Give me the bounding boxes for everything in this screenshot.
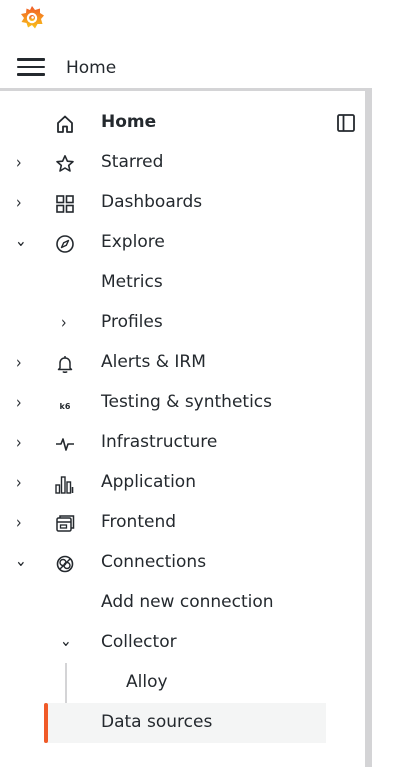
browser-window-icon [56, 515, 75, 532]
nav-item-infrastructure[interactable]: › Infrastructure [0, 423, 360, 463]
bell-icon [57, 356, 73, 373]
apps-grid-icon [56, 195, 74, 213]
star-icon [56, 155, 74, 172]
nav-item-profiles[interactable]: › Profiles [0, 303, 360, 343]
nav-item-metrics[interactable]: Metrics [0, 263, 360, 303]
nav-item-label: Application [101, 472, 196, 492]
nav-item-label: Infrastructure [101, 432, 218, 452]
nav-item-starred[interactable]: › Starred [0, 143, 360, 183]
nav-item-explore[interactable]: ⌄ Explore [0, 223, 360, 263]
k6-icon: k6 [59, 402, 71, 411]
chevron-right-icon[interactable]: › [16, 475, 28, 492]
chevron-down-icon[interactable]: ⌄ [60, 633, 72, 650]
heartbeat-icon [56, 438, 74, 451]
nav-item-alloy[interactable]: Alloy [0, 663, 360, 703]
nav-item-label: Testing & synthetics [101, 392, 273, 412]
compass-icon [56, 235, 74, 253]
breadcrumb[interactable]: Home [66, 58, 116, 78]
top-bar: Home [0, 0, 395, 88]
nav-item-label: Data sources [101, 712, 213, 732]
chevron-right-icon[interactable]: › [16, 395, 28, 412]
bar-chart-icon [55, 476, 74, 494]
nav-item-label: Connections [101, 552, 207, 572]
home-icon [57, 115, 73, 133]
chevron-right-icon[interactable]: › [16, 435, 28, 452]
chevron-right-icon[interactable]: › [16, 515, 28, 532]
chevron-right-icon[interactable]: › [16, 355, 28, 372]
grafana-logo[interactable] [18, 4, 46, 32]
nav-item-connections[interactable]: ⌄ Connections [0, 543, 360, 583]
connections-icon [56, 555, 74, 573]
nav-item-application[interactable]: › Application [0, 463, 360, 503]
nav-item-dashboards[interactable]: › Dashboards [0, 183, 360, 223]
nav-item-collector[interactable]: ⌄ Collector [0, 623, 360, 663]
nav-item-label: Add new connection [101, 592, 274, 612]
chevron-down-icon[interactable]: ⌄ [15, 233, 27, 250]
nav-item-frontend[interactable]: › Frontend [0, 503, 360, 543]
hamburger-icon [17, 58, 45, 61]
nav-item-label: Alerts & IRM [101, 352, 206, 372]
menu-toggle-button[interactable] [17, 58, 45, 78]
nav-item-label: Metrics [101, 272, 163, 292]
nav-item-label: Explore [101, 232, 165, 252]
nav-item-alerts[interactable]: › Alerts & IRM [0, 343, 360, 383]
chevron-right-icon[interactable]: › [16, 155, 28, 172]
nav-item-label: Profiles [101, 312, 163, 332]
nav-item-home[interactable]: Home [0, 103, 360, 143]
nav-item-label: Home [101, 112, 157, 132]
nav-item-label: Alloy [126, 672, 168, 692]
nav-item-add-new-connection[interactable]: Add new connection [0, 583, 360, 623]
chevron-right-icon[interactable]: › [61, 315, 73, 332]
nav-item-label: Frontend [101, 512, 177, 532]
nav-item-testing[interactable]: › k6 Testing & synthetics [0, 383, 360, 423]
chevron-down-icon[interactable]: ⌄ [15, 553, 27, 570]
chevron-right-icon[interactable]: › [16, 195, 28, 212]
nav-item-label: Dashboards [101, 192, 203, 212]
nav-item-label: Starred [101, 152, 164, 172]
nav-item-label: Collector [101, 632, 177, 652]
nav-item-data-sources[interactable]: Data sources [0, 703, 360, 743]
